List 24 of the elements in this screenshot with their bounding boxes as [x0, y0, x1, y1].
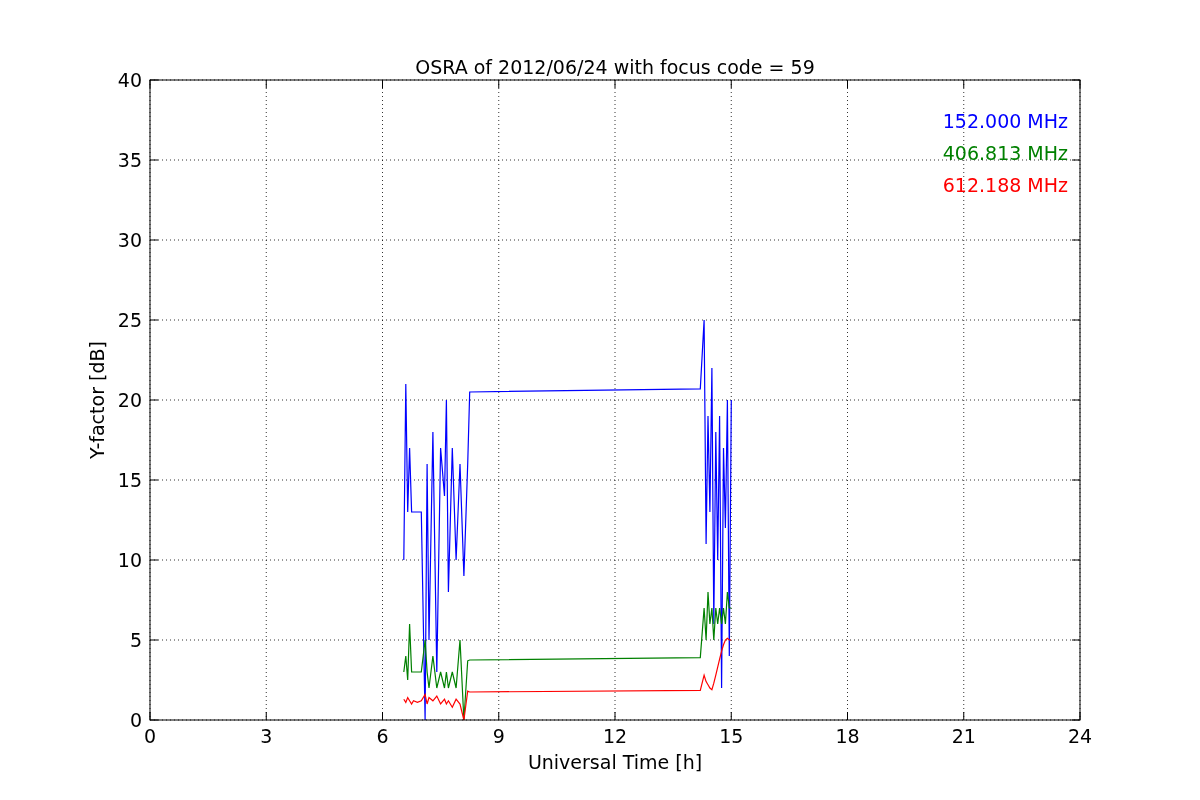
y-axis-label: Y-factor [dB]: [86, 341, 108, 459]
tick-label: 20: [117, 389, 142, 411]
tick-label: 15: [719, 725, 744, 747]
tick-label: 0: [129, 709, 142, 731]
legend-label: 406.813 MHz: [942, 142, 1068, 164]
x-axis-label: Universal Time [h]: [527, 751, 703, 773]
legend-label: 152.000 MHz: [942, 110, 1068, 132]
tick-label: 30: [117, 229, 142, 251]
tick-label: 24: [1067, 725, 1093, 747]
tick-label: 5: [129, 629, 142, 651]
tick-label: 35: [117, 149, 142, 171]
tick-label: 6: [376, 725, 389, 747]
legend-label: 612.188 MHz: [942, 174, 1068, 196]
tick-label: 0: [143, 725, 157, 747]
tick-label: 21: [951, 725, 976, 747]
tick-label: 18: [835, 725, 860, 747]
tick-label: 25: [117, 309, 142, 331]
tick-label: 40: [117, 69, 142, 91]
tick-label: 9: [492, 725, 505, 747]
tick-label: 3: [260, 725, 273, 747]
tick-label: 15: [117, 469, 142, 491]
tick-label: 10: [117, 549, 142, 571]
chart-title: OSRA of 2012/06/24 with focus code = 59: [415, 56, 815, 78]
tick-label: 12: [602, 725, 628, 747]
